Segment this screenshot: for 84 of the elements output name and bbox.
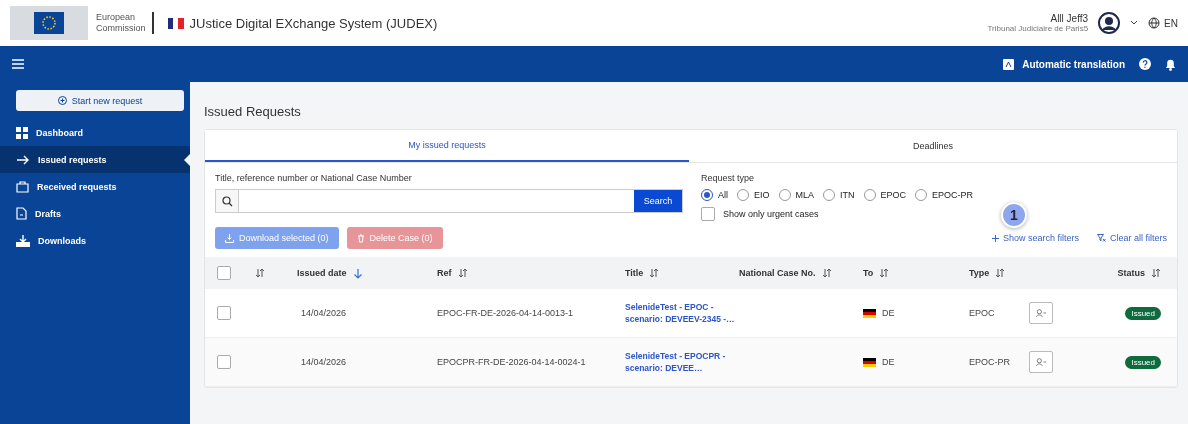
sort-icon[interactable] bbox=[457, 268, 468, 278]
user-name: Alll Jeff3 bbox=[1050, 13, 1089, 24]
german-flag-icon bbox=[863, 357, 876, 367]
document-icon bbox=[16, 207, 27, 220]
french-flag-icon bbox=[167, 17, 184, 29]
radio-label[interactable]: EPOC-PR bbox=[932, 190, 974, 200]
country-code: DE bbox=[882, 357, 895, 367]
bell-icon[interactable] bbox=[1165, 57, 1176, 71]
request-type-label: Request type bbox=[701, 173, 756, 183]
language-code[interactable]: EN bbox=[1164, 17, 1178, 29]
search-field[interactable]: Search bbox=[215, 189, 683, 213]
table-row[interactable]: 14/04/2026 EPOCPR-FR-DE-2026-04-14-0024-1 SelenideTest - EPOCPR - scenario: DEVEE… DE EPOC-PR Issued bbox=[205, 338, 1177, 387]
radio-label[interactable]: EPOC bbox=[880, 190, 907, 200]
column-header[interactable]: Issued date bbox=[297, 268, 347, 278]
title-link[interactable]: SelenideTest - EPOCPR - scenario: DEVEE… bbox=[625, 350, 739, 374]
automatic-translation-link[interactable]: Automatic translation bbox=[1022, 58, 1125, 70]
person-plus-icon bbox=[1036, 357, 1046, 367]
help-icon[interactable] bbox=[1139, 58, 1151, 70]
org-name: Commission bbox=[96, 23, 146, 34]
radio-label[interactable]: EIO bbox=[754, 190, 770, 200]
column-header[interactable]: Title bbox=[625, 268, 644, 278]
menu-icon[interactable] bbox=[12, 59, 24, 69]
country-code: DE bbox=[882, 308, 895, 318]
sidebar-item[interactable]: Received requests bbox=[0, 173, 190, 200]
clear-filter-icon bbox=[1097, 234, 1106, 242]
select-all-checkbox[interactable] bbox=[217, 266, 231, 280]
column-header[interactable]: Status bbox=[1117, 268, 1145, 278]
sidebar-item[interactable]: Issued requests bbox=[0, 146, 190, 173]
german-flag-icon bbox=[863, 308, 876, 318]
step-badge: 1 bbox=[1001, 202, 1027, 228]
plus-icon bbox=[991, 234, 999, 242]
search-icon bbox=[221, 195, 233, 207]
clear-all-filters-link[interactable]: Clear all filters bbox=[1097, 233, 1167, 243]
column-header[interactable]: National Case No. bbox=[739, 268, 816, 278]
tab[interactable]: My issued requests bbox=[205, 130, 689, 162]
row-checkbox[interactable] bbox=[217, 306, 231, 320]
sidebar-item[interactable]: Dashboard bbox=[0, 119, 190, 146]
page-title: Issued Requests bbox=[204, 103, 302, 121]
translate-icon[interactable] bbox=[1003, 58, 1015, 70]
ref-cell: EPOCPR-FR-DE-2026-04-14-0024-1 bbox=[437, 357, 586, 367]
title-link[interactable]: SelenideTest - EPOC - scenario: DEVEEV-2345 -… bbox=[625, 301, 739, 325]
ref-cell: EPOC-FR-DE-2026-04-14-0013-1 bbox=[437, 308, 574, 318]
status-badge: Issued bbox=[1125, 306, 1161, 320]
urgent-checkbox[interactable] bbox=[701, 207, 715, 221]
sidebar-item[interactable]: Downloads bbox=[0, 227, 190, 254]
column-header[interactable]: Ref bbox=[437, 268, 452, 278]
urgent-checkbox-label[interactable]: Show only urgent cases bbox=[723, 209, 819, 219]
start-new-request-button[interactable]: Start new request bbox=[16, 90, 184, 111]
sort-icon[interactable] bbox=[255, 268, 265, 278]
app-title: JUstice Digital EXchange System (JUDEX) bbox=[189, 15, 438, 31]
radio-label[interactable]: MLA bbox=[795, 190, 815, 200]
column-header[interactable]: To bbox=[863, 268, 874, 278]
tray-icon bbox=[16, 234, 30, 247]
issued-date: 14/04/2026 bbox=[300, 357, 347, 367]
sidebar-item[interactable]: Drafts bbox=[0, 200, 190, 227]
sort-icon[interactable] bbox=[879, 268, 890, 278]
sort-icon[interactable] bbox=[821, 268, 832, 278]
sort-icon[interactable] bbox=[649, 268, 660, 278]
folder-icon bbox=[16, 180, 29, 193]
row-checkbox[interactable] bbox=[217, 355, 231, 369]
type-cell: EPOC bbox=[969, 308, 995, 318]
org-name: European bbox=[96, 12, 137, 23]
sort-icon[interactable] bbox=[995, 268, 1006, 278]
person-plus-icon bbox=[1036, 308, 1046, 318]
globe-icon[interactable] bbox=[1148, 17, 1161, 29]
column-header[interactable]: Type bbox=[969, 268, 990, 278]
radio-label[interactable]: All bbox=[718, 190, 728, 200]
show-search-filters-link[interactable]: Show search filters bbox=[991, 233, 1079, 243]
issued-date: 14/04/2026 bbox=[300, 308, 347, 318]
chevron-down-icon[interactable] bbox=[1130, 20, 1139, 26]
plus-circle-icon bbox=[57, 96, 67, 105]
search-label: Title, reference number or National Case Number bbox=[215, 173, 413, 183]
sort-down-icon[interactable] bbox=[352, 267, 363, 279]
arrow-right-icon bbox=[16, 154, 30, 165]
download-icon bbox=[225, 233, 234, 243]
search-button[interactable]: Search bbox=[634, 190, 682, 212]
sort-icon[interactable] bbox=[1151, 268, 1161, 278]
trash-icon bbox=[356, 233, 365, 243]
type-cell: EPOC-PR bbox=[969, 357, 1010, 367]
user-organisation: Tribunal Judiciaire de Paris5 bbox=[987, 24, 1089, 33]
grid-icon bbox=[16, 126, 28, 139]
status-badge: Issued bbox=[1125, 355, 1161, 369]
radio-label[interactable]: ITN bbox=[840, 190, 855, 200]
avatar-icon[interactable] bbox=[1098, 12, 1121, 34]
